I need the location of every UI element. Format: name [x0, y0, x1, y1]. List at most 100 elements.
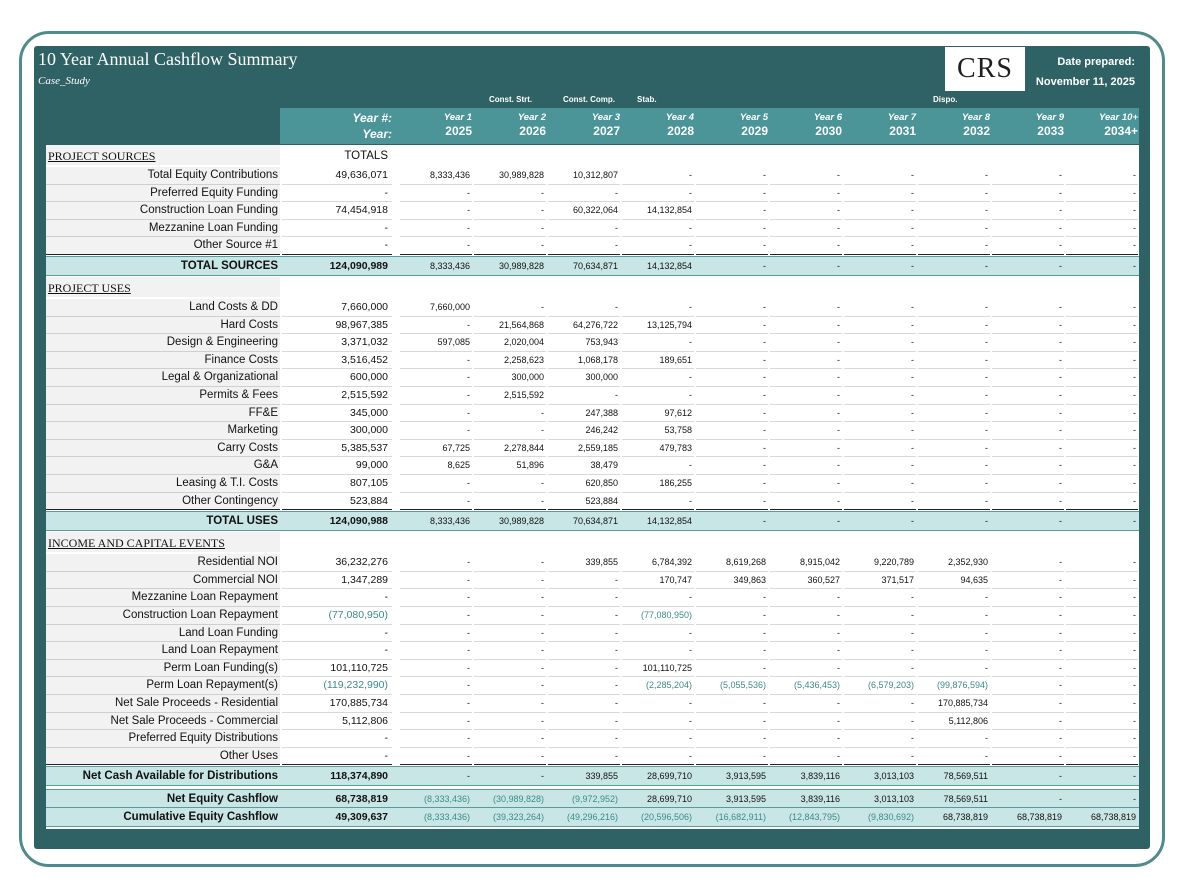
- year-cell: 300,000: [548, 369, 620, 387]
- year-cell: -: [770, 589, 842, 607]
- year-cell: 170,885,734: [918, 695, 990, 713]
- year-cell: 8,333,436: [400, 167, 472, 185]
- year-number: Year 6: [813, 112, 842, 123]
- year-cell: -: [622, 387, 694, 405]
- row-label: Perm Loan Funding(s): [46, 659, 280, 678]
- year-column-header: Year 4 2028: [622, 112, 694, 138]
- row-total: 68,738,819: [335, 793, 388, 806]
- year-cell: -: [1059, 516, 1062, 527]
- year-cell: -: [1059, 771, 1062, 782]
- row-label: FF&E: [46, 404, 280, 423]
- year-cell: 2,559,185: [548, 440, 620, 458]
- year-cell: -: [474, 660, 546, 678]
- summary-row: Cumulative Equity Cashflow 49,309,637 (8,3…: [46, 806, 1139, 827]
- row-label: Leasing & T.I. Costs: [46, 475, 280, 493]
- year-cell: -: [1066, 440, 1138, 458]
- year-cell: -: [918, 748, 990, 766]
- year-value: 2033: [1037, 124, 1064, 138]
- phase-label: Dispo.: [933, 95, 958, 104]
- year-cell: (9,972,952): [571, 794, 618, 805]
- year-cell: (5,436,453): [770, 677, 842, 695]
- year-cell: -: [770, 695, 842, 713]
- table-row: Hard Costs 98,967,385-21,564,868 64,276,72…: [46, 316, 1139, 335]
- year-cell: -: [770, 713, 842, 731]
- row-total: -: [282, 185, 392, 203]
- year-cell: -: [474, 625, 546, 643]
- year-cell: -: [548, 660, 620, 678]
- year-cell: -: [992, 422, 1064, 440]
- year-value: 2028: [667, 124, 694, 138]
- year-cell: 60,322,064: [548, 202, 620, 220]
- row-total: 5,385,537: [282, 440, 392, 458]
- table-row: Total Equity Contributions 49,636,071 8,33…: [46, 167, 1139, 185]
- row-total: -: [282, 730, 392, 748]
- year-cell: -: [474, 642, 546, 660]
- year-cell: -: [474, 475, 546, 493]
- year-cell: -: [1066, 493, 1138, 511]
- row-total: 124,090,988: [329, 515, 388, 528]
- year-cell: -: [1066, 713, 1138, 731]
- year-cell: -: [696, 607, 768, 625]
- table-row: Net Sale Proceeds - Residential 170,885,7…: [46, 695, 1139, 713]
- year-cell: -: [770, 167, 842, 185]
- year-cell: -: [844, 589, 916, 607]
- year-cell: (49,296,216): [566, 811, 618, 822]
- year-value: 2026: [519, 124, 546, 138]
- year-cell: 2,278,844: [474, 440, 546, 458]
- year-cell: 7,660,000: [400, 299, 472, 317]
- row-label: Construction Loan Funding: [46, 202, 280, 220]
- year-cell: -: [1066, 475, 1138, 493]
- year-cell: (8,333,436): [423, 794, 470, 805]
- year-cell: (99,876,594): [918, 677, 990, 695]
- year-cell: -: [1066, 405, 1138, 423]
- year-cell: -: [844, 730, 916, 748]
- year-cell: -: [918, 299, 990, 317]
- row-total: 124,090,989: [329, 260, 388, 272]
- year-cell: -: [1133, 261, 1136, 271]
- year-cell: -: [844, 695, 916, 713]
- year-cell: -: [400, 317, 472, 335]
- year-cell: -: [400, 660, 472, 678]
- row-total: 1,347,289: [282, 572, 392, 590]
- year-label: Year:: [362, 127, 392, 141]
- table-row: Mezzanine Loan Funding - - - - - - - - - - -: [46, 219, 1139, 238]
- row-label: Other Uses: [46, 747, 280, 766]
- year-cell: -: [474, 493, 546, 511]
- row-total: 49,309,637: [335, 810, 388, 823]
- row-total: -: [282, 589, 392, 607]
- section-header: PROJECT USES: [46, 277, 1139, 297]
- section-title: INCOME AND CAPITAL EVENTS: [48, 536, 225, 551]
- year-cell: 68,738,819: [1090, 811, 1136, 822]
- year-cell: -: [400, 748, 472, 766]
- year-cell: -: [622, 167, 694, 185]
- year-cell: 523,884: [548, 493, 620, 511]
- year-cell: -: [1066, 317, 1138, 335]
- year-cell: -: [696, 660, 768, 678]
- year-cell: -: [1066, 695, 1138, 713]
- year-value: 2029: [741, 124, 768, 138]
- year-cell: -: [992, 299, 1064, 317]
- year-cell: -: [400, 387, 472, 405]
- year-cell: -: [992, 713, 1064, 731]
- year-cell: 5,112,806: [918, 713, 990, 731]
- year-cell: -: [992, 730, 1064, 748]
- year-cell: (5,055,536): [696, 677, 768, 695]
- year-cell: -: [474, 730, 546, 748]
- section-title: PROJECT SOURCES: [48, 149, 156, 163]
- year-value: 2027: [593, 124, 620, 138]
- row-label: Finance Costs: [46, 351, 280, 370]
- row-total: 807,105: [282, 475, 392, 493]
- year-number: Year 1: [443, 112, 472, 123]
- year-cell: -: [622, 642, 694, 660]
- year-cell: -: [844, 352, 916, 370]
- year-cell: -: [400, 405, 472, 423]
- year-cell: -: [844, 642, 916, 660]
- year-cell: -: [844, 607, 916, 625]
- year-cell: -: [992, 677, 1064, 695]
- year-cell: -: [992, 493, 1064, 511]
- row-label: Other Contingency: [46, 492, 280, 511]
- year-cell: 30,989,828: [498, 516, 544, 527]
- row-total: -: [282, 237, 392, 255]
- year-cell: (8,333,436): [423, 811, 470, 822]
- table-row: Land Loan Funding - - - - - - - - - - -: [46, 624, 1139, 643]
